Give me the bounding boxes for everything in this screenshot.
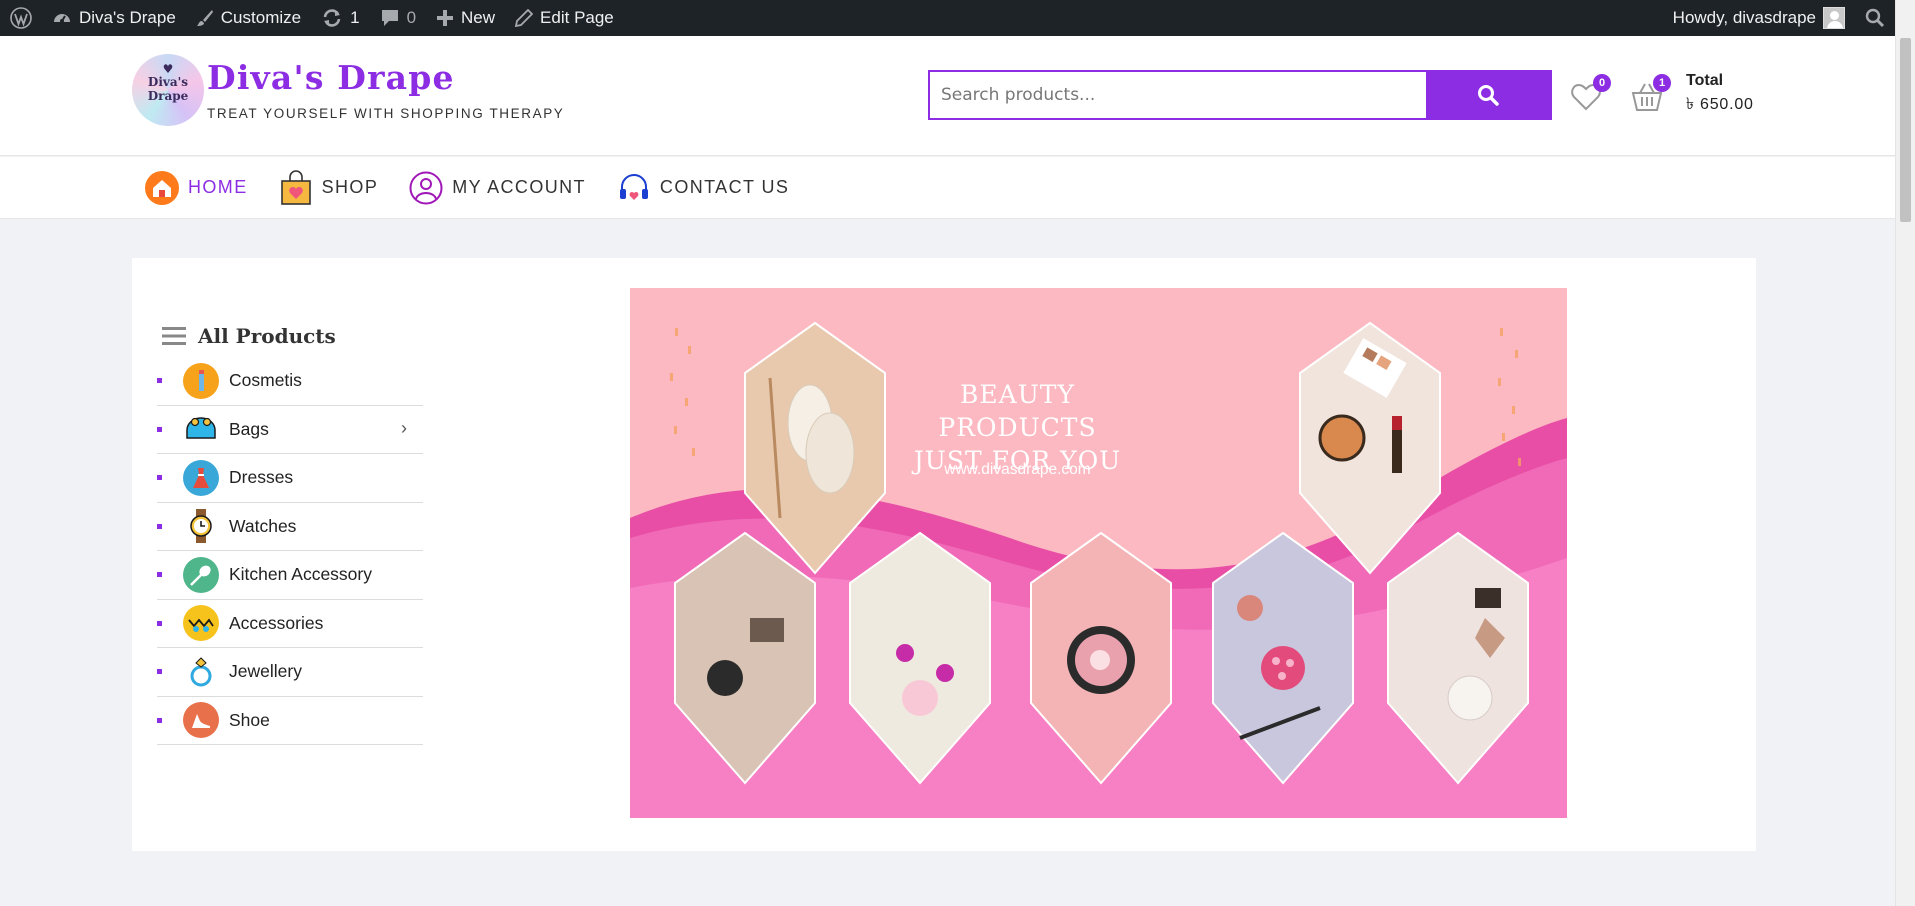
dashboard-icon	[54, 14, 70, 23]
category-label: Bags	[229, 418, 269, 439]
admin-edit-page-link[interactable]: Edit Page	[505, 0, 624, 36]
admin-site-link[interactable]: Diva's Drape	[42, 0, 186, 36]
brush-icon	[196, 10, 213, 26]
cart-total-amount: ৳ 650.00	[1686, 96, 1754, 113]
category-label: Jewellery	[229, 661, 302, 682]
site-title[interactable]: Diva's Drape	[207, 58, 455, 97]
category-item-dresses[interactable]: Dresses	[157, 454, 423, 503]
user-icon	[408, 170, 444, 206]
nav-item-home[interactable]: HOME	[144, 170, 248, 206]
home-icon	[144, 170, 180, 206]
banner-title-line1: BEAUTY PRODUCTS	[938, 380, 1097, 442]
updates-icon	[323, 9, 341, 27]
comment-icon	[381, 10, 398, 26]
pencil-icon	[515, 9, 534, 27]
page-scrollbar[interactable]	[1895, 0, 1915, 906]
ring-icon	[183, 653, 219, 690]
cosmetics-icon	[183, 362, 219, 399]
category-label: Shoe	[229, 709, 270, 730]
category-list: Cosmetis Bags › Dresses Watches Kitchen …	[157, 357, 423, 745]
search-input[interactable]	[930, 72, 1426, 118]
admin-edit-page-label: Edit Page	[540, 8, 614, 27]
category-label: Cosmetis	[229, 370, 302, 391]
admin-customize-label: Customize	[220, 8, 302, 27]
site-tagline: TREAT YOURSELF WITH SHOPPING THERAPY	[207, 106, 565, 121]
shopping-bag-icon	[278, 169, 314, 206]
watch-icon	[183, 508, 219, 545]
search-button[interactable]	[1426, 72, 1550, 118]
content-area: All Products Cosmetis Bags › Dresses Wat…	[132, 258, 1756, 851]
category-item-accessories[interactable]: Accessories	[157, 600, 423, 648]
admin-comments-link[interactable]: 0	[370, 0, 426, 36]
hero-banner[interactable]: BEAUTY PRODUCTS JUST FOR YOU www.divasdr…	[630, 288, 1567, 818]
admin-site-name: Diva's Drape	[79, 8, 176, 27]
nav-item-label: MY ACCOUNT	[452, 177, 586, 197]
hamburger-menu-icon	[162, 327, 186, 345]
admin-bar: Diva's Drape Customize 1 0 New Edit Page…	[0, 0, 1895, 36]
nav-item-shop[interactable]: SHOP	[278, 169, 379, 206]
heart-icon: ♥	[162, 62, 174, 76]
category-item-bags[interactable]: Bags ›	[157, 406, 423, 454]
wishlist-button[interactable]: 0	[1569, 74, 1611, 116]
main-navigation: HOME SHOP MY ACCOUNT CONTACT US	[0, 157, 1895, 219]
cart-total-label: Total	[1686, 72, 1724, 89]
chevron-right-icon[interactable]: ›	[401, 418, 407, 439]
admin-updates-link[interactable]: 1	[311, 0, 369, 36]
category-label: Dresses	[229, 467, 294, 488]
nav-item-my-account[interactable]: MY ACCOUNT	[408, 170, 586, 206]
search-form	[928, 70, 1552, 120]
dress-icon	[183, 459, 219, 496]
cart-button[interactable]: 1	[1629, 74, 1671, 116]
category-label: Watches	[229, 515, 297, 536]
category-item-jewellery[interactable]: Jewellery	[157, 648, 423, 697]
admin-search-icon[interactable]	[1855, 0, 1895, 36]
category-label: Kitchen Accessory	[229, 564, 372, 585]
category-item-cosmetis[interactable]: Cosmetis	[157, 357, 423, 406]
admin-account-link[interactable]: Howdy, divasdrape	[1663, 0, 1855, 36]
cart-count-badge: 1	[1653, 74, 1671, 92]
admin-customize-link[interactable]: Customize	[186, 0, 311, 36]
admin-howdy: Howdy, divasdrape	[1672, 8, 1816, 27]
nav-item-contact-us[interactable]: CONTACT US	[616, 170, 789, 206]
site-logo[interactable]: ♥ Diva's Drape	[132, 54, 204, 126]
category-item-shoe[interactable]: Shoe	[157, 697, 423, 745]
banner-background	[630, 288, 1567, 818]
site-header: ♥ Diva's Drape Diva's Drape TREAT YOURSE…	[0, 36, 1895, 156]
search-icon	[1478, 85, 1499, 106]
category-menu-title: All Products	[198, 324, 336, 348]
wishlist-count-badge: 0	[1593, 74, 1611, 92]
nav-item-label: CONTACT US	[659, 177, 790, 197]
admin-new-label: New	[461, 8, 496, 27]
admin-comments-count: 0	[406, 8, 417, 27]
category-label: Accessories	[229, 612, 324, 633]
banner-url: www.divasdrape.com	[944, 461, 1091, 478]
category-menu-header[interactable]: All Products	[162, 324, 336, 348]
admin-updates-count: 1	[350, 8, 360, 27]
shoe-icon	[183, 702, 219, 739]
wordpress-logo-icon[interactable]	[0, 0, 42, 36]
plus-icon	[437, 10, 454, 26]
logo-text: Diva's Drape	[147, 75, 189, 103]
avatar	[1823, 7, 1845, 29]
headset-icon	[616, 170, 652, 206]
nav-item-label: SHOP	[321, 177, 379, 197]
bag-icon	[183, 411, 219, 448]
cart-total[interactable]: Total ৳ 650.00	[1686, 72, 1754, 118]
category-item-watches[interactable]: Watches	[157, 503, 423, 551]
accessories-icon	[183, 605, 219, 642]
scrollbar-thumb[interactable]	[1900, 38, 1911, 222]
kitchen-icon	[183, 556, 219, 593]
nav-item-label: HOME	[188, 177, 248, 197]
admin-new-link[interactable]: New	[426, 0, 505, 36]
category-item-kitchen-accessory[interactable]: Kitchen Accessory	[157, 551, 423, 600]
